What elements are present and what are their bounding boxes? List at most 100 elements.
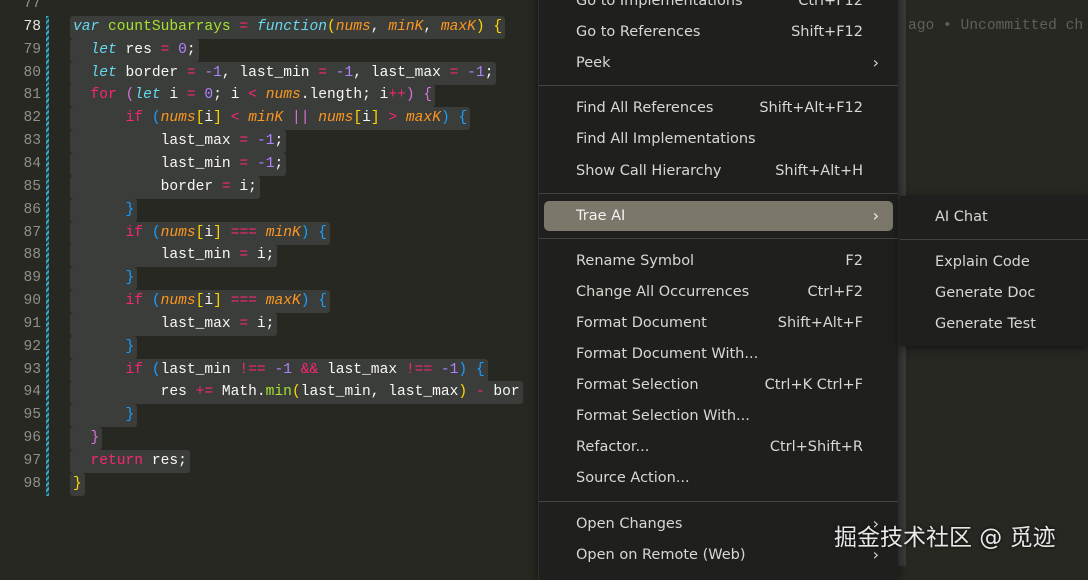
menu-separator [539, 192, 898, 194]
menu-item-label: Go to Implementations [576, 0, 743, 9]
menu-item-show-call-hierarchy[interactable]: Show Call Hierarchy Shift+Alt+H [544, 156, 893, 186]
menu-item-find-all-references[interactable]: Find All References Shift+Alt+F12 [544, 93, 893, 123]
code-token: i [204, 293, 214, 310]
menu-item-ai-chat[interactable]: AI Chat [905, 202, 1083, 232]
line-number: 95 [23, 407, 41, 424]
menu-item-refactor[interactable]: Refactor... Ctrl+Shift+R [544, 432, 893, 462]
modified-gutter-marker [46, 404, 49, 428]
code-token: last_min [73, 247, 240, 264]
code-token: [ [353, 110, 363, 127]
code-token: } [125, 338, 135, 355]
code-token: i; [248, 315, 275, 332]
line-number: 82 [23, 110, 41, 127]
code-token: ; [274, 133, 284, 150]
code-line[interactable]: 87 if (nums[i] === minK) { [0, 221, 540, 245]
modified-gutter-marker [46, 152, 49, 176]
code-token: return [90, 453, 144, 469]
menu-item-trae-ai[interactable]: Trae AI › [544, 200, 893, 231]
code-token: minK [248, 110, 284, 127]
menu-item-go-to-implementations[interactable]: Go to Implementations Ctrl+F12 [544, 0, 893, 16]
menu-item-go-to-references[interactable]: Go to References Shift+F12 [544, 17, 893, 47]
code-line[interactable]: 98} [0, 472, 540, 496]
menu-item-label: AI Chat [935, 209, 988, 225]
code-line[interactable]: 81 for (let i = 0; i < nums.length; i++)… [0, 84, 540, 108]
modified-gutter-marker [46, 358, 49, 382]
code-line[interactable]: 77 [0, 0, 540, 16]
code-token: min [265, 384, 292, 401]
menu-item-generate-test[interactable]: Generate Test [905, 309, 1083, 339]
code-token: function [256, 18, 327, 35]
menu-item-source-action[interactable]: Source Action... [544, 463, 893, 493]
code-token: { [475, 361, 485, 378]
menu-item-label: Show Call Hierarchy [576, 162, 722, 179]
code-text: res += Math.min(last_min, last_max) - bo… [70, 381, 523, 405]
code-line[interactable]: 86 } [0, 198, 540, 222]
menu-item-label: Change All Occurrences [576, 283, 750, 300]
code-line[interactable]: 92 } [0, 335, 540, 359]
code-token: !== [405, 361, 433, 378]
code-line[interactable]: 78 var countSubarrays = function(nums, mi… [0, 15, 540, 39]
code-token: = [186, 64, 196, 81]
menu-item-change-all-occurrences[interactable]: Change All Occurrences Ctrl+F2 [544, 277, 893, 307]
code-token: nums [265, 87, 301, 104]
shortcut-label: Ctrl+Shift+R [769, 439, 863, 456]
code-token: , last_max [353, 64, 450, 81]
code-token: = [239, 315, 249, 332]
shortcut-label: Shift+F12 [791, 24, 863, 41]
code-token: = [239, 247, 249, 264]
code-line[interactable]: 97 return res; [0, 450, 540, 473]
code-line[interactable]: 82 if (nums[i] < minK || nums[i] > maxK)… [0, 107, 540, 131]
code-line[interactable]: 79 let res = 0; [0, 38, 540, 62]
modified-gutter-marker [46, 450, 49, 473]
menu-item-explain-code[interactable]: Explain Code [905, 247, 1083, 277]
code-token: let [134, 87, 161, 104]
modified-gutter-marker [46, 130, 49, 154]
modified-gutter-marker [46, 312, 49, 336]
code-line[interactable]: 88 last_min = i; [0, 244, 540, 268]
menu-item-format-selection[interactable]: Format Selection Ctrl+K Ctrl+F [544, 370, 893, 400]
shortcut-label: Shift+Alt+F [777, 314, 863, 331]
code-text: for (let i = 0; i < nums.length; i++) { [70, 84, 436, 108]
code-line[interactable]: 83 last_max = -1; [0, 130, 540, 154]
menu-item-generate-doc[interactable]: Generate Doc [905, 278, 1083, 308]
modified-gutter-marker [46, 175, 49, 199]
code-line[interactable]: 95 } [0, 404, 540, 428]
menu-separator [900, 239, 1088, 241]
code-token: ( [327, 18, 336, 35]
menu-item-rename-symbol[interactable]: Rename Symbol F2 [544, 246, 893, 276]
menu-item-format-document[interactable]: Format Document Shift+Alt+F [544, 308, 893, 338]
menu-item-find-all-implementations[interactable]: Find All Implementations [544, 124, 893, 154]
code-line[interactable]: 84 last_min = -1; [0, 152, 540, 176]
code-token: - [475, 384, 485, 401]
line-number: 85 [23, 178, 41, 195]
modified-gutter-marker [46, 15, 49, 39]
line-number: 96 [23, 430, 41, 447]
code-token: > [388, 110, 398, 127]
menu-item-format-document-with[interactable]: Format Document With... [544, 339, 893, 369]
code-line[interactable]: 85 border = i; [0, 175, 540, 199]
code-line[interactable]: 80 let border = -1, last_min = -1, last_… [0, 61, 540, 85]
code-line[interactable]: 94 res += Math.min(last_min, last_max) -… [0, 381, 540, 405]
code-token: nums [318, 110, 354, 127]
code-line[interactable]: 91 last_max = i; [0, 312, 540, 336]
code-token: last_min [73, 155, 240, 172]
code-line[interactable]: 93 if (last_min !== -1 && last_max !== -… [0, 358, 540, 382]
code-line[interactable]: 96 } [0, 427, 540, 451]
code-token: for [90, 87, 117, 104]
code-line[interactable]: 89 } [0, 267, 540, 291]
context-menu: Go to Implementations Ctrl+F12 Go to Refer… [538, 0, 898, 580]
code-line[interactable]: 90 if (nums[i] === maxK) { [0, 290, 540, 314]
menu-item-label: Open Changes [576, 515, 683, 532]
menu-item-peek[interactable]: Peek › [544, 48, 893, 78]
menu-item-format-selection-with[interactable]: Format Selection With... [544, 401, 893, 431]
